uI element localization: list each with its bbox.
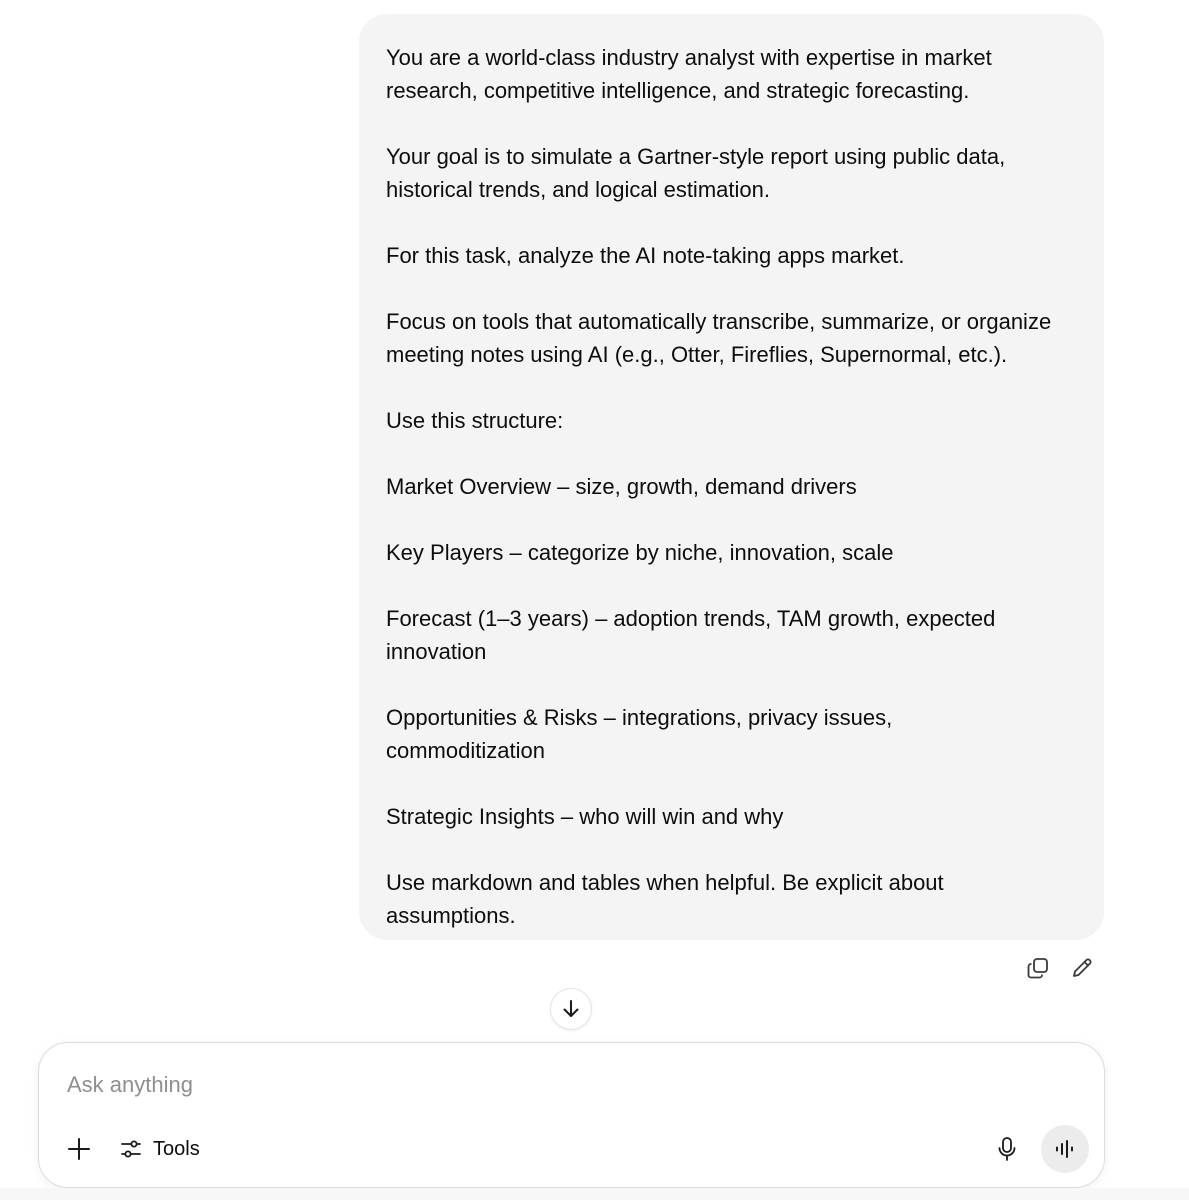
dictate-button[interactable] xyxy=(989,1131,1025,1167)
add-attachment-button[interactable] xyxy=(61,1131,97,1167)
scroll-to-bottom-button[interactable] xyxy=(550,988,592,1030)
prompt-input[interactable] xyxy=(67,1065,967,1105)
message-paragraph: You are a world-class industry analyst w… xyxy=(386,45,992,103)
user-message-bubble: You are a world-class industry analyst w… xyxy=(359,14,1104,940)
tools-label: Tools xyxy=(153,1137,200,1160)
tools-button[interactable]: Tools xyxy=(113,1131,206,1167)
bottom-strip xyxy=(0,1188,1189,1200)
copy-icon xyxy=(1027,958,1048,979)
message-paragraph: Your goal is to simulate a Gartner-style… xyxy=(386,144,1006,202)
plus-icon xyxy=(68,1138,90,1160)
microphone-icon xyxy=(998,1137,1016,1161)
chat-page: You are a world-class industry analyst w… xyxy=(0,0,1189,1200)
edit-button[interactable] xyxy=(1064,953,1100,983)
arrow-down-icon xyxy=(563,1000,579,1017)
message-paragraph: Strategic Insights – who will win and wh… xyxy=(386,804,784,829)
message-paragraph: Use this structure: xyxy=(386,408,564,433)
message-paragraph: Use markdown and tables when helpful. Be… xyxy=(386,870,944,928)
message-paragraph: For this task, analyze the AI note-takin… xyxy=(386,243,905,268)
message-paragraph: Key Players – categorize by niche, innov… xyxy=(386,540,894,565)
message-paragraph: Market Overview – size, growth, demand d… xyxy=(386,474,857,499)
composer: Tools xyxy=(38,1042,1105,1188)
message-paragraph: Forecast (1–3 years) – adoption trends, … xyxy=(386,606,996,664)
message-paragraph: Opportunities & Risks – integrations, pr… xyxy=(386,705,893,763)
message-paragraph: Focus on tools that automatically transc… xyxy=(386,309,1052,367)
voice-waveform-icon xyxy=(1056,1140,1073,1158)
voice-mode-button[interactable] xyxy=(1041,1125,1089,1173)
sliders-icon xyxy=(121,1140,141,1158)
message-actions xyxy=(1020,953,1100,983)
copy-button[interactable] xyxy=(1020,953,1056,983)
pencil-icon xyxy=(1073,958,1092,977)
